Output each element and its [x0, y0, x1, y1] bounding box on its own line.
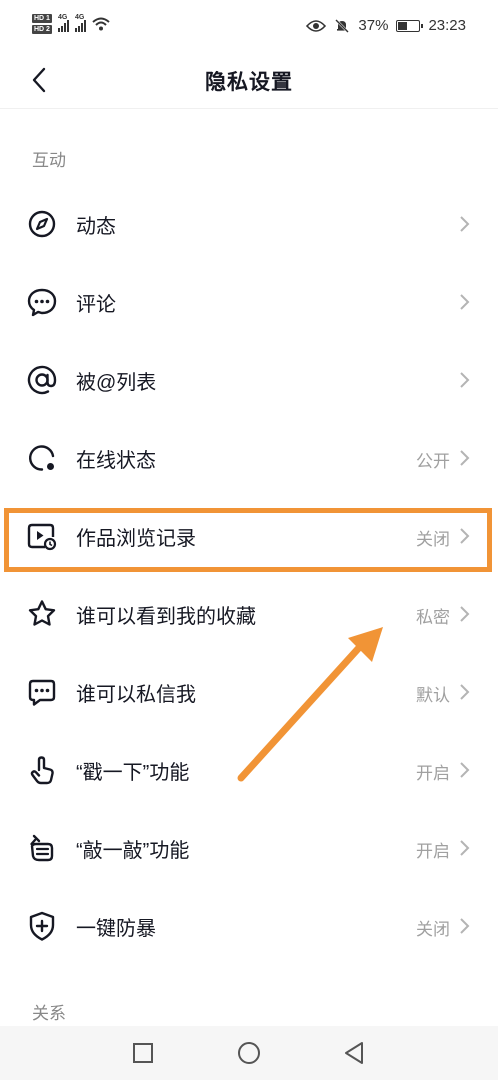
row-label: 动态: [76, 216, 116, 238]
chevron-right-icon: [460, 762, 470, 778]
settings-row-direct-message[interactable]: 谁可以私信我 默认: [0, 652, 498, 730]
chevron-right-icon: [460, 840, 470, 856]
settings-row-comments[interactable]: 评论: [0, 262, 498, 340]
row-value: 私密: [416, 608, 450, 627]
comment-bubble-icon: [27, 288, 57, 317]
battery-percent: 37%: [358, 17, 389, 34]
mute-bell-icon: [335, 18, 350, 33]
row-value: 公开: [416, 452, 450, 471]
section-header-relation: 关系: [32, 1004, 66, 1023]
online-status-icon: [29, 445, 55, 471]
chevron-right-icon: [460, 684, 470, 700]
sim1-label: HD 1: [32, 14, 52, 23]
row-value: 开启: [416, 764, 450, 783]
chevron-right-icon: [460, 216, 470, 232]
home-circle-icon[interactable]: [236, 1040, 262, 1066]
shield-plus-icon: [29, 911, 55, 941]
network2-label: 4G: [74, 14, 85, 21]
clock: 23:23: [428, 17, 466, 34]
row-label: “敲一敲”功能: [76, 840, 190, 862]
row-value: 关闭: [416, 920, 450, 939]
sim-indicators: HD 1 HD 2: [32, 14, 52, 34]
status-bar: HD 1 HD 2 4G 4G 37% 23:23: [0, 0, 498, 56]
annotation-highlight-box: [4, 508, 492, 572]
chevron-right-icon: [460, 372, 470, 388]
wifi-icon: [92, 17, 110, 31]
row-label: 一键防暴: [76, 918, 156, 940]
back-triangle-icon[interactable]: [342, 1040, 368, 1066]
settings-row-knock[interactable]: “敲一敲”功能 开启: [0, 808, 498, 886]
chevron-right-icon: [460, 450, 470, 466]
settings-row-anti-harassment[interactable]: 一键防暴 关闭: [0, 886, 498, 964]
settings-row-mentions[interactable]: 被@列表: [0, 340, 498, 418]
eye-icon: [306, 19, 327, 32]
settings-row-online-status[interactable]: 在线状态 公开: [0, 418, 498, 496]
at-sign-icon: [27, 365, 57, 395]
row-label: 谁可以私信我: [76, 684, 196, 706]
chevron-right-icon: [460, 294, 470, 310]
chevron-right-icon: [460, 918, 470, 934]
section-header-interaction: 互动: [32, 151, 66, 170]
row-label: 在线状态: [76, 450, 156, 472]
status-bar-left: HD 1 HD 2 4G 4G: [32, 14, 110, 34]
sim2-label: HD 2: [32, 25, 52, 34]
signal-icon-1: 4G: [57, 14, 69, 32]
system-nav-bar: [0, 1026, 498, 1080]
settings-row-poke[interactable]: “戳一下”功能 开启: [0, 730, 498, 808]
knock-hand-icon: [30, 834, 54, 862]
tap-finger-icon: [30, 756, 54, 785]
message-bubble-icon: [28, 679, 56, 706]
nav-bar: 隐私设置: [0, 56, 498, 109]
settings-row-favorites-visibility[interactable]: 谁可以看到我的收藏 私密: [0, 574, 498, 652]
network1-label: 4G: [57, 14, 68, 21]
status-bar-right: 37% 23:23: [306, 17, 466, 34]
battery-icon: [396, 19, 424, 32]
settings-row-dynamic[interactable]: 动态: [0, 184, 498, 262]
compass-icon: [28, 210, 56, 238]
row-label: 评论: [76, 294, 116, 316]
row-value: 默认: [416, 686, 450, 705]
chevron-right-icon: [460, 606, 470, 622]
row-label: 被@列表: [76, 372, 157, 394]
signal-icon-2: 4G: [74, 14, 86, 32]
row-label: 谁可以看到我的收藏: [76, 606, 256, 628]
page-title: 隐私设置: [205, 71, 293, 94]
row-label: “戳一下”功能: [76, 762, 190, 784]
recent-apps-square-icon[interactable]: [130, 1040, 156, 1066]
row-value: 开启: [416, 842, 450, 861]
star-icon: [28, 600, 56, 626]
